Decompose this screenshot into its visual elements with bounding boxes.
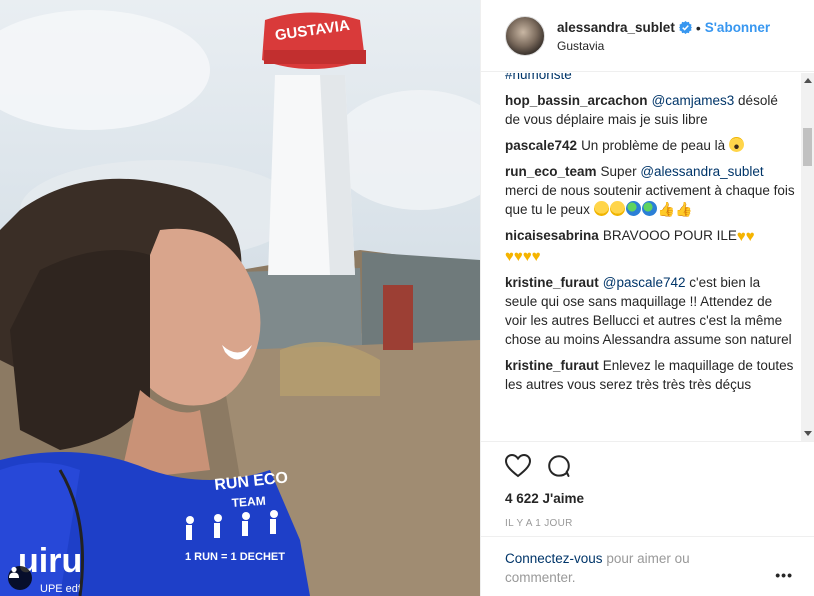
location-link[interactable]: Gustavia <box>557 39 770 53</box>
list-item: kristine_furaut Enlevez le maquillage de … <box>505 356 795 394</box>
comment-username[interactable]: pascale742 <box>505 138 577 153</box>
earth-emoji-icon <box>641 201 657 216</box>
list-item: hop_bassin_arcachon @camjames3 désolé de … <box>505 91 795 129</box>
login-text: Connectez-vous pour aimer ou commenter. <box>505 549 735 587</box>
more-options-icon[interactable]: ••• <box>775 567 793 583</box>
laughing-emoji-icon <box>609 201 625 216</box>
follow-button[interactable]: S'abonner <box>705 19 770 37</box>
header-row: alessandra_sublet • S'abonner <box>557 19 770 37</box>
comment-username[interactable]: run_eco_team <box>505 164 597 179</box>
post-header: alessandra_sublet • S'abonner Gustavia <box>481 0 814 72</box>
comment-text: BRAVOOO POUR ILE <box>602 228 737 243</box>
earth-emoji-icon <box>625 201 641 216</box>
likes-count[interactable]: 4 622 J'aime <box>505 491 814 506</box>
thumbs-up-emoji-icon: 👍 <box>657 201 676 217</box>
yellow-heart-icon: ♥ <box>522 248 532 265</box>
comment-pre: Super <box>600 164 641 179</box>
post-timestamp[interactable]: IL Y A 1 JOUR <box>505 518 814 529</box>
shirt-text-3: 1 RUN = 1 DECHET <box>185 551 285 563</box>
login-link[interactable]: Connectez-vous <box>505 551 603 566</box>
login-prompt: Connectez-vous pour aimer ou commenter. … <box>481 536 814 596</box>
comment-username[interactable]: kristine_furaut <box>505 358 599 373</box>
list-item: pascale742 Un problème de peau là <box>505 136 795 155</box>
comments-list[interactable]: #humoriste hop_bassin_arcachon @camjames3… <box>481 73 814 441</box>
comment-username[interactable]: nicaisesabrina <box>505 228 599 243</box>
thumbs-up-emoji-icon: 👍 <box>675 201 693 217</box>
instagram-post: GUSTAVIA RUN ECO TEAM 1 RUN = 1 DECHET u… <box>0 0 814 596</box>
header-text: alessandra_sublet • S'abonner Gustavia <box>557 19 770 53</box>
heart-icon[interactable] <box>504 453 532 481</box>
yellow-heart-icon: ♥ <box>513 248 523 265</box>
post-sidebar: alessandra_sublet • S'abonner Gustavia #… <box>480 0 814 596</box>
laughing-emoji-icon <box>593 201 609 216</box>
avatar[interactable] <box>505 15 545 56</box>
comment-mention[interactable]: @pascale742 <box>603 275 686 290</box>
comments-scrollbar[interactable] <box>801 73 814 441</box>
yellow-heart-icon: ♥ <box>531 248 541 265</box>
username-link[interactable]: alessandra_sublet <box>557 19 675 37</box>
comments-inner: #humoriste hop_bassin_arcachon @camjames3… <box>505 73 795 401</box>
comment-mention[interactable]: @camjames3 <box>652 93 735 108</box>
comment-text: Un problème de peau là <box>581 138 729 153</box>
comment-hashtag: #humoriste <box>505 73 795 84</box>
shirt-text-2: TEAM <box>231 494 266 510</box>
separator-dot: • <box>695 19 701 36</box>
scream-emoji-icon <box>728 137 744 152</box>
post-photo[interactable]: GUSTAVIA RUN ECO TEAM 1 RUN = 1 DECHET u… <box>0 0 480 596</box>
comment-username[interactable]: kristine_furaut <box>505 275 599 290</box>
scroll-thumb[interactable] <box>803 128 812 166</box>
comment-bubble-icon[interactable] <box>547 454 571 481</box>
yellow-heart-icon: ♥ <box>745 228 755 245</box>
action-icons <box>504 453 814 481</box>
comment-mention[interactable]: @alessandra_sublet <box>640 164 763 179</box>
photo-illustration: GUSTAVIA RUN ECO TEAM 1 RUN = 1 DECHET u… <box>0 10 480 596</box>
yellow-heart-icon: ♥ <box>736 228 746 245</box>
post-actions: 4 622 J'aime IL Y A 1 JOUR <box>481 441 814 549</box>
user-tag-icon[interactable] <box>8 566 32 590</box>
shirt-text-5: UPE edf <box>40 583 82 595</box>
scroll-down-arrow-icon[interactable] <box>804 431 812 436</box>
list-item: nicaisesabrina BRAVOOO POUR ILE♥♥ ♥♥♥♥ <box>505 226 795 266</box>
comment-username[interactable]: hop_bassin_arcachon <box>505 93 648 108</box>
verified-badge-icon <box>678 21 692 34</box>
scroll-up-arrow-icon[interactable] <box>804 78 812 83</box>
list-item: run_eco_team Super @alessandra_sublet mer… <box>505 162 795 219</box>
yellow-heart-icon: ♥ <box>505 248 514 265</box>
hashtag-link[interactable]: #humoriste <box>505 73 572 82</box>
list-item: kristine_furaut @pascale742 c'est bien la… <box>505 273 795 349</box>
